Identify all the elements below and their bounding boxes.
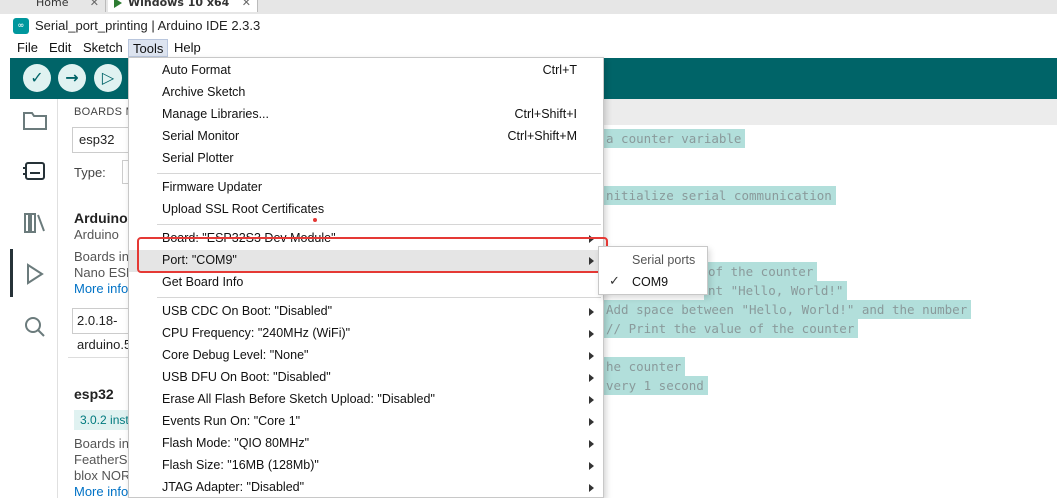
ide-screen: Home ✕ Windows 10 x64 ✕ ∞ Serial_port_pr… [0,0,1057,498]
chevron-right-icon [589,484,594,492]
debug-icon[interactable] [22,262,48,288]
chevron-right-icon [589,330,594,338]
menu-item-label: Firmware Updater [162,180,263,194]
menu-separator [157,224,601,225]
chevron-right-icon [589,352,594,360]
vm-tab-strip: Home ✕ Windows 10 x64 ✕ [0,0,1057,14]
menu-item-label: Auto Format [162,63,231,77]
more-info-link[interactable]: More info [74,484,128,498]
code-line: // Print the value of the counter [602,319,859,338]
menu-separator [157,297,601,298]
menu-item-label: Flash Mode: "QIO 80MHz" [162,436,310,450]
chevron-right-icon [589,308,594,316]
menu-item-label: Erase All Flash Before Sketch Upload: "D… [162,392,435,406]
menu-item-core-debug[interactable]: Core Debug Level: "None" [129,345,603,367]
arduino-logo-icon: ∞ [13,18,29,34]
annotation-highlight-box [137,237,608,273]
port-option-label: COM9 [632,275,669,289]
menu-item-auto-format[interactable]: Auto Format Ctrl+T [129,60,603,82]
menu-item-label: USB DFU On Boot: "Disabled" [162,370,331,384]
menu-item-label: Events Run On: "Core 1" [162,414,301,428]
menu-item-jtag-adapter[interactable]: JTAG Adapter: "Disabled" [129,477,603,498]
menu-item-label: CPU Frequency: "240MHz (WiFi)" [162,326,351,340]
port-option-com9[interactable]: ✓ COM9 [599,273,707,293]
board-title: esp32 [74,386,114,402]
annotation-dot [313,218,317,222]
menu-item-archive-sketch[interactable]: Archive Sketch [129,82,603,104]
menu-item-label: Serial Monitor [162,129,240,143]
menu-item-erase-flash[interactable]: Erase All Flash Before Sketch Upload: "D… [129,389,603,411]
tools-menu: Auto Format Ctrl+T Archive Sketch Manage… [128,57,604,498]
menu-item-manage-libraries[interactable]: Manage Libraries... Ctrl+Shift+I [129,104,603,126]
menu-item-label: Serial Plotter [162,151,234,165]
vm-tab-label: Windows 10 x64 [128,0,230,9]
port-submenu: Serial ports ✓ COM9 [598,246,708,295]
code-line: he counter [602,357,686,376]
menu-item-serial-monitor[interactable]: Serial Monitor Ctrl+Shift+M [129,126,603,148]
menu-item-label: Get Board Info [162,275,244,289]
menu-item-events-run-on[interactable]: Events Run On: "Core 1" [129,411,603,433]
submenu-header: Serial ports [632,253,696,267]
menu-help[interactable]: Help [170,39,205,57]
rail-active-indicator [10,249,13,297]
vm-tab-windows[interactable]: Windows 10 x64 ✕ [108,0,258,12]
debug-button[interactable]: ▷ [94,64,122,92]
more-info-link[interactable]: More info [74,281,128,296]
menu-item-label: JTAG Adapter: "Disabled" [162,480,305,494]
boards-manager-icon[interactable] [22,159,48,185]
vm-play-icon [114,0,122,8]
sidebar-rail [10,99,58,498]
menu-item-flash-size[interactable]: Flash Size: "16MB (128Mb)" [129,455,603,477]
menu-item-label: Manage Libraries... [162,107,270,121]
menu-item-shortcut: Ctrl+Shift+M [507,129,577,143]
menu-item-label: Upload SSL Root Certificates [162,202,325,216]
chevron-right-icon [589,374,594,382]
menu-edit[interactable]: Edit [45,39,75,57]
menu-item-upload-ssl[interactable]: Upload SSL Root Certificates [129,199,603,221]
code-line: a counter variable [602,129,746,148]
code-line: very 1 second [602,376,708,395]
vm-tab-home[interactable]: Home ✕ [0,0,106,12]
menu-item-label: USB CDC On Boot: "Disabled" [162,304,333,318]
check-icon: ✓ [609,274,620,289]
type-label: Type: [74,165,106,180]
menu-item-usb-dfu[interactable]: USB DFU On Boot: "Disabled" [129,367,603,389]
code-line: of the counter [704,262,818,281]
folder-icon[interactable] [22,109,48,135]
verify-button[interactable]: ✓ [23,64,51,92]
search-icon[interactable] [22,315,48,341]
menu-item-firmware-updater[interactable]: Firmware Updater [129,177,603,199]
chevron-right-icon [589,440,594,448]
vm-tab-label: Home [36,0,69,9]
window-title: Serial_port_printing | Arduino IDE 2.3.3 [35,18,261,33]
menu-item-label: Flash Size: "16MB (128Mb)" [162,458,319,472]
menu-sketch[interactable]: Sketch [79,39,127,57]
chevron-right-icon [589,462,594,470]
menu-separator [157,173,601,174]
chevron-right-icon [589,396,594,404]
menu-item-usb-cdc[interactable]: USB CDC On Boot: "Disabled" [129,301,603,323]
boards-manager-panel: BOARDS MANAGER esp32 Type: Arduino ESP32… [58,99,138,498]
menu-bar: File Edit Sketch Tools Help [0,38,1057,58]
code-line: Add space between "Hello, World!" and th… [602,300,972,319]
code-line: nitialize serial communication [602,186,836,205]
menu-item-label: Archive Sketch [162,85,246,99]
menu-tools[interactable]: Tools [128,39,169,57]
menu-item-flash-mode[interactable]: Flash Mode: "QIO 80MHz" [129,433,603,455]
menu-item-serial-plotter[interactable]: Serial Plotter [129,148,603,170]
menu-item-get-board-info[interactable]: Get Board Info [129,272,603,294]
menu-item-label: Core Debug Level: "None" [162,348,309,362]
menu-item-shortcut: Ctrl+T [542,63,577,77]
board-author: Arduino [74,227,119,242]
code-line: nt "Hello, World!" [704,281,848,300]
chevron-right-icon [589,418,594,426]
library-icon[interactable] [22,211,48,237]
menu-file[interactable]: File [13,39,42,57]
menu-item-shortcut: Ctrl+Shift+I [514,107,577,121]
close-icon[interactable]: ✕ [90,0,99,12]
title-bar: ∞ Serial_port_printing | Arduino IDE 2.3… [0,14,1057,38]
close-icon[interactable]: ✕ [242,0,251,12]
menu-item-cpu-frequency[interactable]: CPU Frequency: "240MHz (WiFi)" [129,323,603,345]
upload-button[interactable]: → [58,64,86,92]
